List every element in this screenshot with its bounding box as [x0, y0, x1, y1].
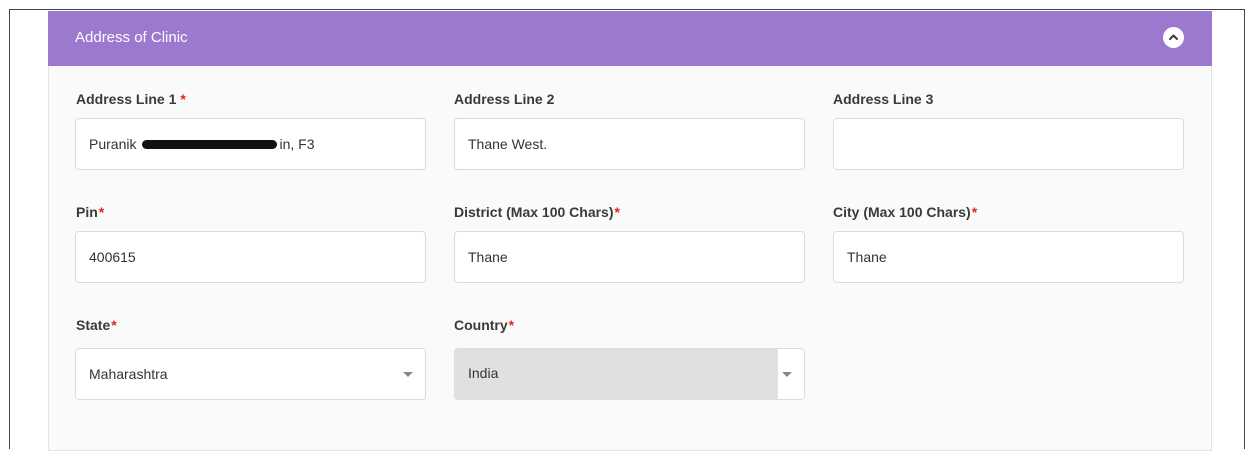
pin-label: Pin*: [76, 204, 105, 220]
country-label: Country*: [454, 317, 515, 333]
required-mark: *: [180, 91, 186, 107]
required-mark: *: [98, 204, 105, 220]
required-mark: *: [111, 317, 117, 333]
address-line3-input[interactable]: [833, 118, 1184, 170]
address-line1-input[interactable]: Puranik in, F3: [75, 118, 426, 170]
section-title: Address of Clinic: [75, 29, 188, 46]
city-input[interactable]: Thane: [833, 231, 1184, 283]
required-mark: *: [614, 204, 620, 220]
address-line3-label: Address Line 3: [833, 91, 934, 107]
redaction-mark: [142, 139, 278, 149]
address-line2-input[interactable]: Thane West.: [454, 118, 805, 170]
address-line1-label: Address Line 1 *: [76, 91, 186, 107]
required-mark: *: [971, 204, 978, 220]
state-label: State*: [76, 317, 117, 333]
caret-down-icon: [403, 372, 413, 377]
pin-input[interactable]: 400615: [75, 231, 426, 283]
required-mark: *: [508, 317, 515, 333]
disabled-background: [455, 349, 778, 399]
chevron-up-icon: [1169, 34, 1178, 40]
caret-down-icon: [782, 372, 792, 377]
address-line2-label: Address Line 2: [454, 91, 555, 107]
country-select[interactable]: India: [454, 348, 805, 400]
district-input[interactable]: Thane: [454, 231, 805, 283]
section-header: Address of Clinic: [48, 11, 1212, 66]
state-select[interactable]: Maharashtra: [75, 348, 426, 400]
collapse-button[interactable]: [1163, 27, 1184, 48]
district-label: District (Max 100 Chars)*: [454, 204, 620, 220]
city-label: City (Max 100 Chars)*: [833, 204, 978, 220]
